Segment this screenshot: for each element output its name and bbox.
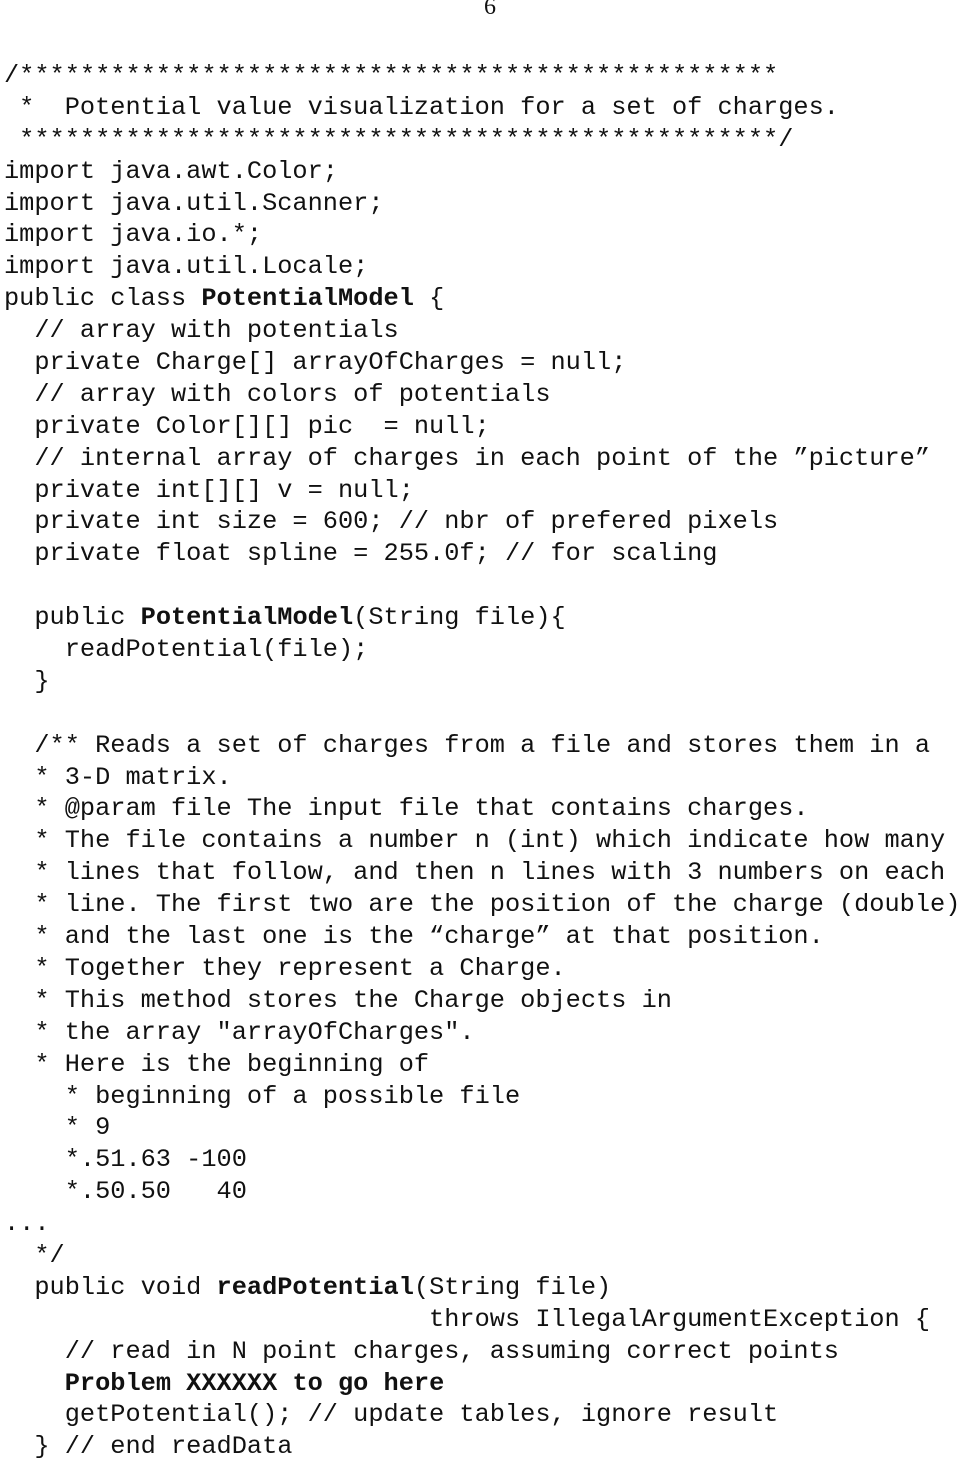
code-identifier-bold: PotentialModel xyxy=(201,284,414,314)
code-text: import java.io.*; xyxy=(4,220,263,250)
code-text: private float spline = 255.0f; // for sc… xyxy=(4,539,718,569)
code-text: private int[][] v = null; xyxy=(4,475,414,505)
code-text: * 3-D matrix. xyxy=(4,762,232,792)
code-text: (String file){ xyxy=(353,603,566,633)
code-text: import java.util.Scanner; xyxy=(4,188,384,218)
code-text: * the array "arrayOfCharges". xyxy=(4,1017,475,1047)
code-line: */ xyxy=(4,1240,960,1272)
code-line: *.50.50 40 xyxy=(4,1176,960,1208)
code-text: * line. The first two are the position o… xyxy=(4,890,960,920)
code-text: private int size = 600; // nbr of prefer… xyxy=(4,507,779,537)
code-line: * lines that follow, and then n lines wi… xyxy=(4,857,960,889)
code-identifier-bold: PotentialModel xyxy=(140,603,354,633)
code-line: import java.util.Locale; xyxy=(4,251,960,283)
code-line: * and the last one is the “charge” at th… xyxy=(4,921,960,953)
code-line: *.51.63 -100 xyxy=(4,1144,960,1176)
code-text: * 9 xyxy=(4,1113,111,1143)
code-line: * beginning of a possible file xyxy=(4,1081,960,1113)
code-line: private float spline = 255.0f; // for sc… xyxy=(4,538,960,570)
code-line: * 3-D matrix. xyxy=(4,762,960,794)
code-line: public void readPotential(String file) xyxy=(4,1272,960,1304)
code-text: // array with colors of potentials xyxy=(4,379,551,409)
code-text: *.51.63 -100 xyxy=(4,1145,247,1175)
code-line: // array with colors of potentials xyxy=(4,379,960,411)
code-text: *.50.50 40 xyxy=(4,1177,247,1207)
code-identifier-bold: Problem XXXXXX to go here xyxy=(64,1368,445,1398)
code-line: } xyxy=(4,666,960,698)
code-text: * @param file The input file that contai… xyxy=(4,794,809,824)
code-line: // read in N point charges, assuming cor… xyxy=(4,1336,960,1368)
code-line: * Potential value visualization for a se… xyxy=(4,92,960,124)
code-text: // read in N point charges, assuming cor… xyxy=(4,1336,839,1366)
code-line: * This method stores the Charge objects … xyxy=(4,985,960,1017)
code-line: * Together they represent a Charge. xyxy=(4,953,960,985)
code-line: // internal array of charges in each poi… xyxy=(4,443,960,475)
code-listing: /***************************************… xyxy=(4,60,960,1463)
code-text: import java.util.Locale; xyxy=(4,252,369,282)
code-line: throws IllegalArgumentException { xyxy=(4,1304,960,1336)
code-text: ****************************************… xyxy=(4,124,794,154)
page-number: 6 xyxy=(484,0,496,20)
code-text: * Together they represent a Charge. xyxy=(4,953,566,983)
code-line: * Here is the beginning of xyxy=(4,1049,960,1081)
code-text: * and the last one is the “charge” at th… xyxy=(4,922,824,952)
code-text: * Potential value visualization for a se… xyxy=(4,92,839,122)
code-text: public class xyxy=(4,284,202,314)
code-text: private Color[][] pic = null; xyxy=(4,411,490,441)
code-line: Problem XXXXXX to go here xyxy=(4,1368,960,1400)
code-text: import java.awt.Color; xyxy=(4,156,338,186)
code-identifier-bold: readPotential xyxy=(216,1272,414,1302)
code-line: private Charge[] arrayOfCharges = null; xyxy=(4,347,960,379)
code-line: public PotentialModel(String file){ xyxy=(4,602,960,634)
code-text: // internal array of charges in each poi… xyxy=(4,443,931,473)
code-line: * line. The first two are the position o… xyxy=(4,889,960,921)
code-text: readPotential(file); xyxy=(4,635,369,665)
code-text: * beginning of a possible file xyxy=(4,1081,521,1111)
code-line: private int size = 600; // nbr of prefer… xyxy=(4,506,960,538)
code-text: private Charge[] arrayOfCharges = null; xyxy=(4,348,627,378)
code-line: /***************************************… xyxy=(4,60,960,92)
code-line: // array with potentials xyxy=(4,315,960,347)
code-text: */ xyxy=(4,1240,65,1270)
code-line: public class PotentialModel { xyxy=(4,283,960,315)
code-text: * The file contains a number n (int) whi… xyxy=(4,826,946,856)
code-text: /** Reads a set of charges from a file a… xyxy=(4,730,931,760)
code-line: * @param file The input file that contai… xyxy=(4,793,960,825)
code-line: readPotential(file); xyxy=(4,634,960,666)
code-text: * This method stores the Charge objects … xyxy=(4,985,672,1015)
code-line: ... xyxy=(4,1208,960,1240)
code-line: * 9 xyxy=(4,1112,960,1144)
code-text: throws IllegalArgumentException { xyxy=(4,1304,931,1334)
code-text: * lines that follow, and then n lines wi… xyxy=(4,858,946,888)
code-text: ... xyxy=(4,1209,50,1239)
code-text: } xyxy=(4,666,50,696)
code-text: /***************************************… xyxy=(4,61,779,90)
code-text: public void xyxy=(4,1272,217,1302)
code-text: getPotential(); // update tables, ignore… xyxy=(4,1400,779,1430)
code-line: private int[][] v = null; xyxy=(4,475,960,507)
code-text: // array with potentials xyxy=(4,316,399,346)
code-text: } // end readData xyxy=(4,1432,293,1462)
code-line: private Color[][] pic = null; xyxy=(4,411,960,443)
code-text: (String file) xyxy=(413,1272,612,1302)
code-line: import java.io.*; xyxy=(4,219,960,251)
code-text: public xyxy=(4,603,141,633)
code-line: /** Reads a set of charges from a file a… xyxy=(4,730,960,762)
code-line: getPotential(); // update tables, ignore… xyxy=(4,1399,960,1431)
code-line: import java.util.Scanner; xyxy=(4,188,960,220)
code-line: ****************************************… xyxy=(4,124,960,156)
code-text: { xyxy=(413,284,445,314)
code-line: import java.awt.Color; xyxy=(4,156,960,188)
code-line: } // end readData xyxy=(4,1431,960,1463)
code-line: * The file contains a number n (int) whi… xyxy=(4,825,960,857)
code-line: * the array "arrayOfCharges". xyxy=(4,1017,960,1049)
code-text: * Here is the beginning of xyxy=(4,1049,430,1079)
